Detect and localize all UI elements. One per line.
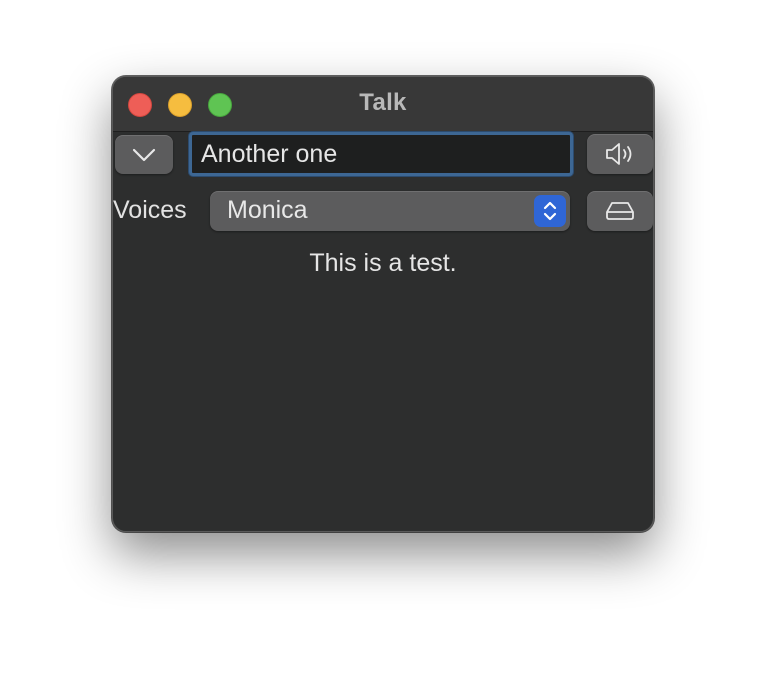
status-message: This is a test. <box>309 249 457 277</box>
speech-text-input[interactable]: Another one <box>189 132 573 176</box>
speak-button[interactable] <box>587 134 653 174</box>
drive-icon <box>604 200 636 222</box>
up-down-chevrons-icon[interactable] <box>534 195 566 227</box>
speech-text-value[interactable]: Another one <box>201 140 337 169</box>
chevron-down-icon <box>132 148 156 162</box>
speaker-icon <box>604 141 636 167</box>
expand-button[interactable] <box>115 135 173 174</box>
save-audio-button[interactable] <box>587 191 653 231</box>
voice-select-value: Monica <box>227 196 308 224</box>
title-bar[interactable]: Talk <box>113 77 653 132</box>
window-title: Talk <box>359 89 407 116</box>
voice-select[interactable]: Monica <box>210 191 570 231</box>
talk-window: Talk Another one Voices Monica This is a… <box>112 76 654 532</box>
voices-label: Voices <box>113 196 187 224</box>
